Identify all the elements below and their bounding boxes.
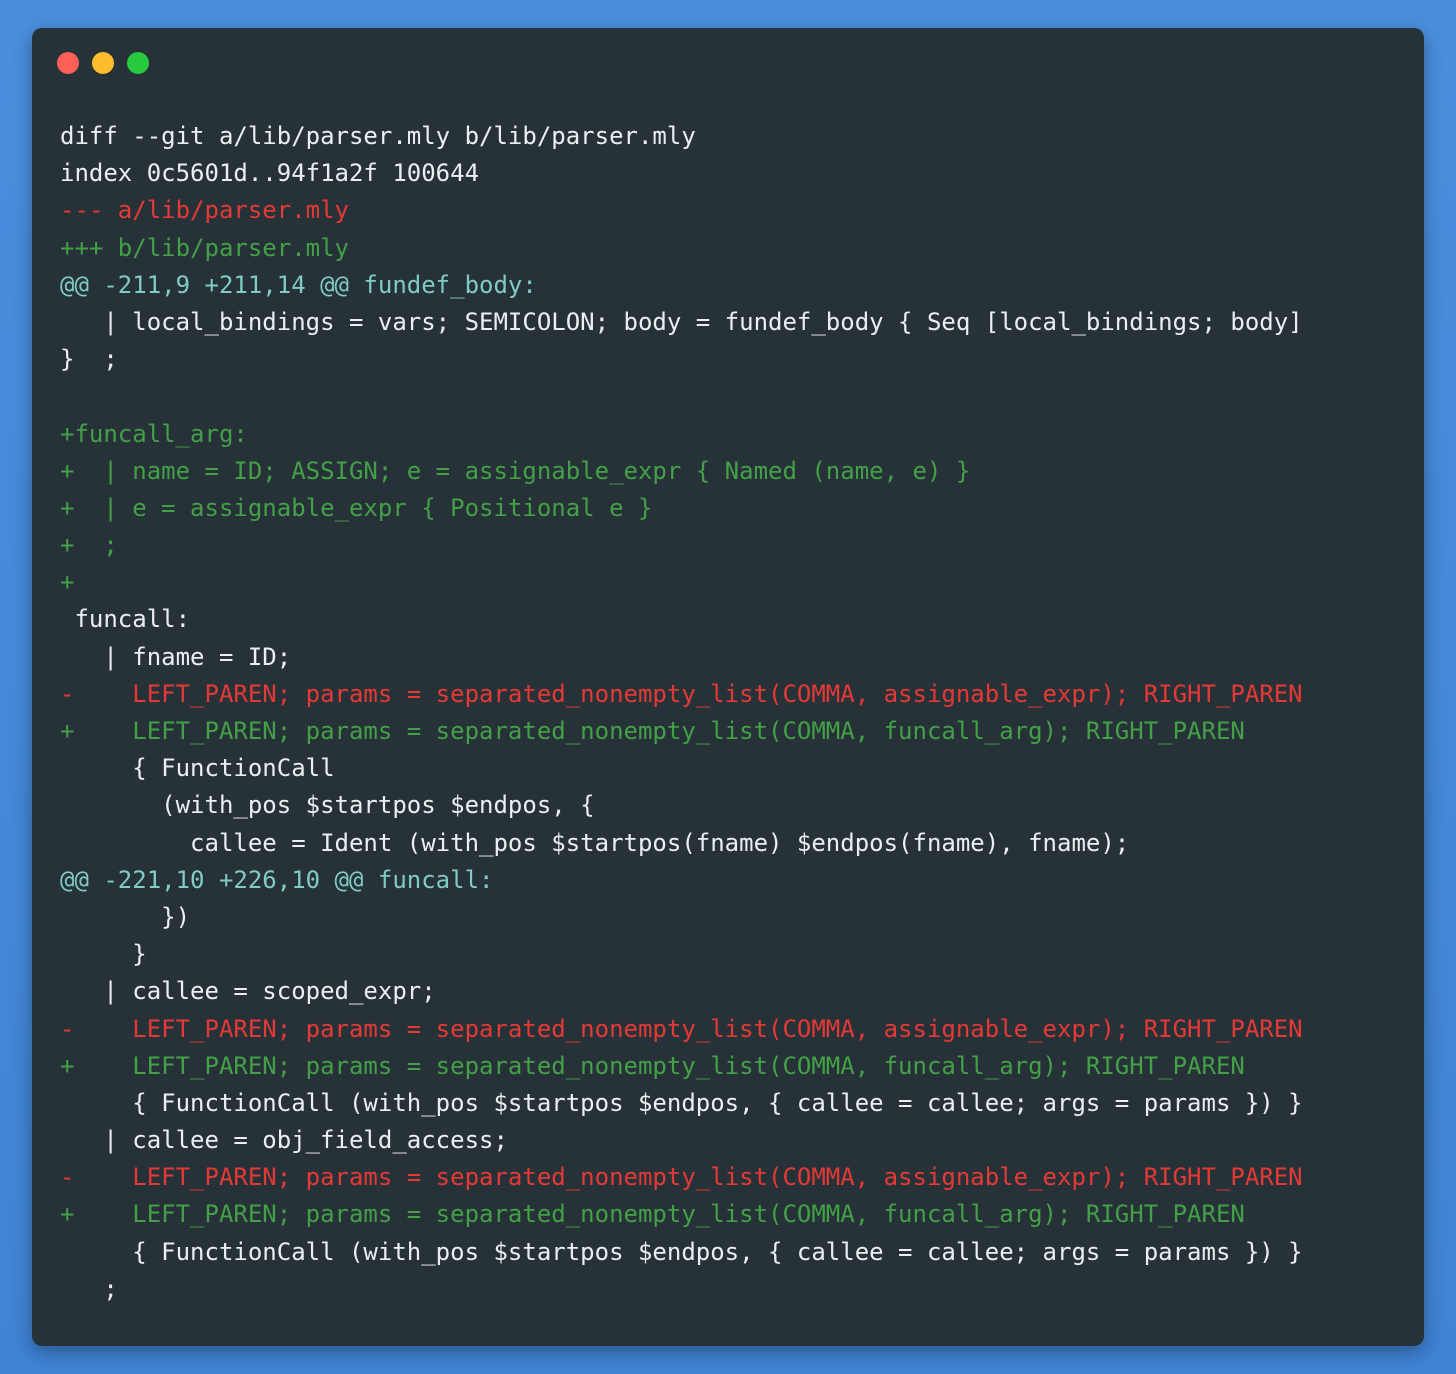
context-line: } ; (60, 345, 118, 374)
context-line: { FunctionCall (with_pos $startpos $endp… (60, 1237, 1303, 1266)
maximize-window-button[interactable] (127, 52, 149, 74)
added-line: + ; (60, 531, 118, 560)
context-line: (with_pos $startpos $endpos, { (60, 791, 595, 820)
context-line: funcall: (60, 605, 191, 634)
deleted-line: - LEFT_PAREN; params = separated_nonempt… (60, 679, 1303, 708)
hunk-header-line: @@ -211,9 +211,14 @@ fundef_body: (60, 270, 537, 299)
added-line: +funcall_arg: (60, 419, 248, 448)
context-line: { FunctionCall (60, 754, 335, 783)
deleted-line: - LEFT_PAREN; params = separated_nonempt… (60, 1163, 1303, 1192)
diff-header-line: diff --git a/lib/parser.mly b/lib/parser… (60, 122, 696, 150)
hunk-header-line: @@ -221,10 +226,10 @@ funcall: (60, 865, 494, 894)
code-window: diff --git a/lib/parser.mly b/lib/parser… (32, 28, 1424, 1346)
deleted-line: - LEFT_PAREN; params = separated_nonempt… (60, 1014, 1303, 1043)
added-line: +++ b/lib/parser.mly (60, 233, 349, 262)
context-line: } (60, 940, 147, 969)
context-line: }) (60, 902, 191, 931)
added-line: + | name = ID; ASSIGN; e = assignable_ex… (60, 456, 971, 485)
context-line: | fname = ID; (60, 642, 292, 671)
window-titlebar (32, 28, 1424, 98)
added-line: + LEFT_PAREN; params = separated_nonempt… (60, 1051, 1245, 1080)
diff-header-line: index 0c5601d..94f1a2f 100644 (60, 159, 480, 188)
context-line: ; (60, 1274, 118, 1303)
context-line: | local_bindings = vars; SEMICOLON; body… (60, 307, 1303, 336)
close-window-button[interactable] (57, 52, 79, 74)
added-line: + (60, 568, 75, 597)
added-line: + LEFT_PAREN; params = separated_nonempt… (60, 717, 1245, 745)
added-line: + LEFT_PAREN; params = separated_nonempt… (60, 1200, 1245, 1229)
context-line: callee = Ident (with_pos $startpos(fname… (60, 828, 1130, 857)
context-line: | callee = scoped_expr; (60, 977, 436, 1006)
context-line: | callee = obj_field_access; (60, 1126, 508, 1155)
deleted-line: --- a/lib/parser.mly (60, 196, 349, 225)
added-line: + | e = assignable_expr { Positional e } (60, 493, 653, 522)
minimize-window-button[interactable] (92, 52, 114, 74)
diff-code-block: diff --git a/lib/parser.mly b/lib/parser… (60, 118, 1410, 1308)
context-line: { FunctionCall (with_pos $startpos $endp… (60, 1088, 1303, 1117)
context-line (60, 378, 1410, 415)
